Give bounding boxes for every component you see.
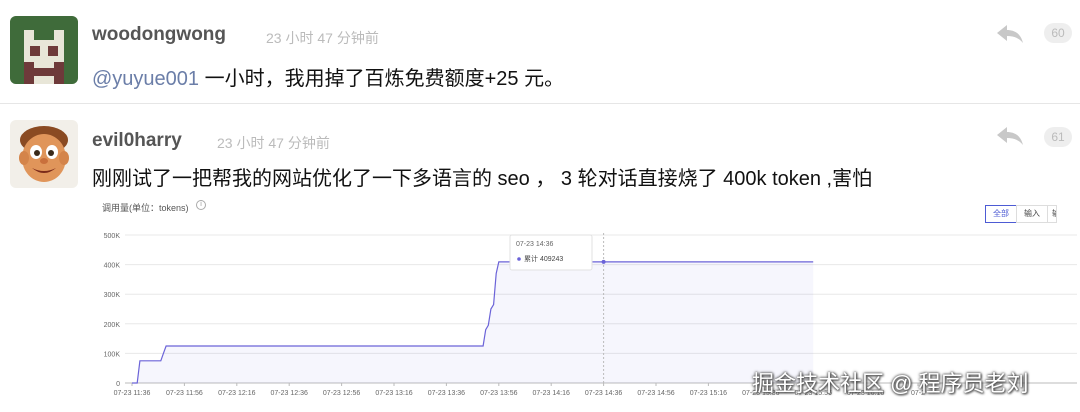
floor-number-badge: 61 (1044, 127, 1072, 147)
y-tick-label: 400K (104, 263, 121, 270)
y-tick-label: 200K (104, 322, 121, 329)
x-tick-label: 07-23 12:36 (271, 390, 308, 397)
tooltip-time: 07-23 14:36 (516, 241, 553, 248)
mention-link[interactable]: @yuyue001 (92, 68, 199, 90)
reply-content: @yuyue001 一小时，我用掉了百炼免费额度+25 元。 (92, 62, 564, 91)
username[interactable]: evil0harry (92, 130, 182, 152)
reply-content: 刚刚试了一把帮我的网站优化了一下多语言的 seo ， 3 轮对话直接烧了 400… (92, 168, 873, 190)
x-tick-label: 07-23 13:16 (375, 390, 412, 397)
tooltip-series-marker (517, 257, 521, 261)
x-tick-label: 07-23 14:36 (585, 390, 622, 397)
reply-text: 一小时，我用掉了百炼免费额度+25 元。 (199, 68, 565, 90)
x-tick-label: 07-23 12:16 (218, 390, 255, 397)
x-tick-label: 07-23 13:56 (480, 390, 517, 397)
reply-time: 23 小时 47 分钟前 (266, 30, 379, 46)
series-area (132, 261, 814, 383)
x-tick-label: 07-23 14:16 (533, 390, 570, 397)
reply-item: woodongwong 23 小时 47 分钟前 60 @yuyue001 一小… (0, 0, 1080, 104)
x-tick-label: 07-23 11:56 (166, 390, 203, 397)
username[interactable]: woodongwong (92, 24, 226, 46)
floor-number-badge: 60 (1044, 23, 1072, 43)
reply-time: 23 小时 47 分钟前 (217, 135, 330, 151)
x-tick-label: 07-23 13:36 (428, 390, 465, 397)
watermark: 掘金技术社区 @ 程序员老刘 (752, 371, 1029, 396)
data-point (601, 259, 606, 264)
y-tick-label: 100K (104, 351, 121, 358)
reply-arrow-icon[interactable] (995, 124, 1025, 148)
x-tick-label: 07-23 15:16 (690, 390, 727, 397)
y-tick-label: 300K (104, 292, 121, 299)
avatar[interactable] (10, 16, 78, 84)
y-tick-label: 500K (104, 233, 121, 240)
x-tick-label: 07-23 14:56 (637, 390, 674, 397)
tooltip-value: 累计 409243 (524, 254, 563, 263)
x-tick-label: 07-23 12:56 (323, 390, 360, 397)
x-tick-label: 07-23 11:36 (114, 390, 151, 397)
avatar[interactable] (10, 120, 78, 188)
reply-arrow-icon[interactable] (995, 22, 1025, 46)
y-tick-label: 0 (116, 381, 120, 388)
